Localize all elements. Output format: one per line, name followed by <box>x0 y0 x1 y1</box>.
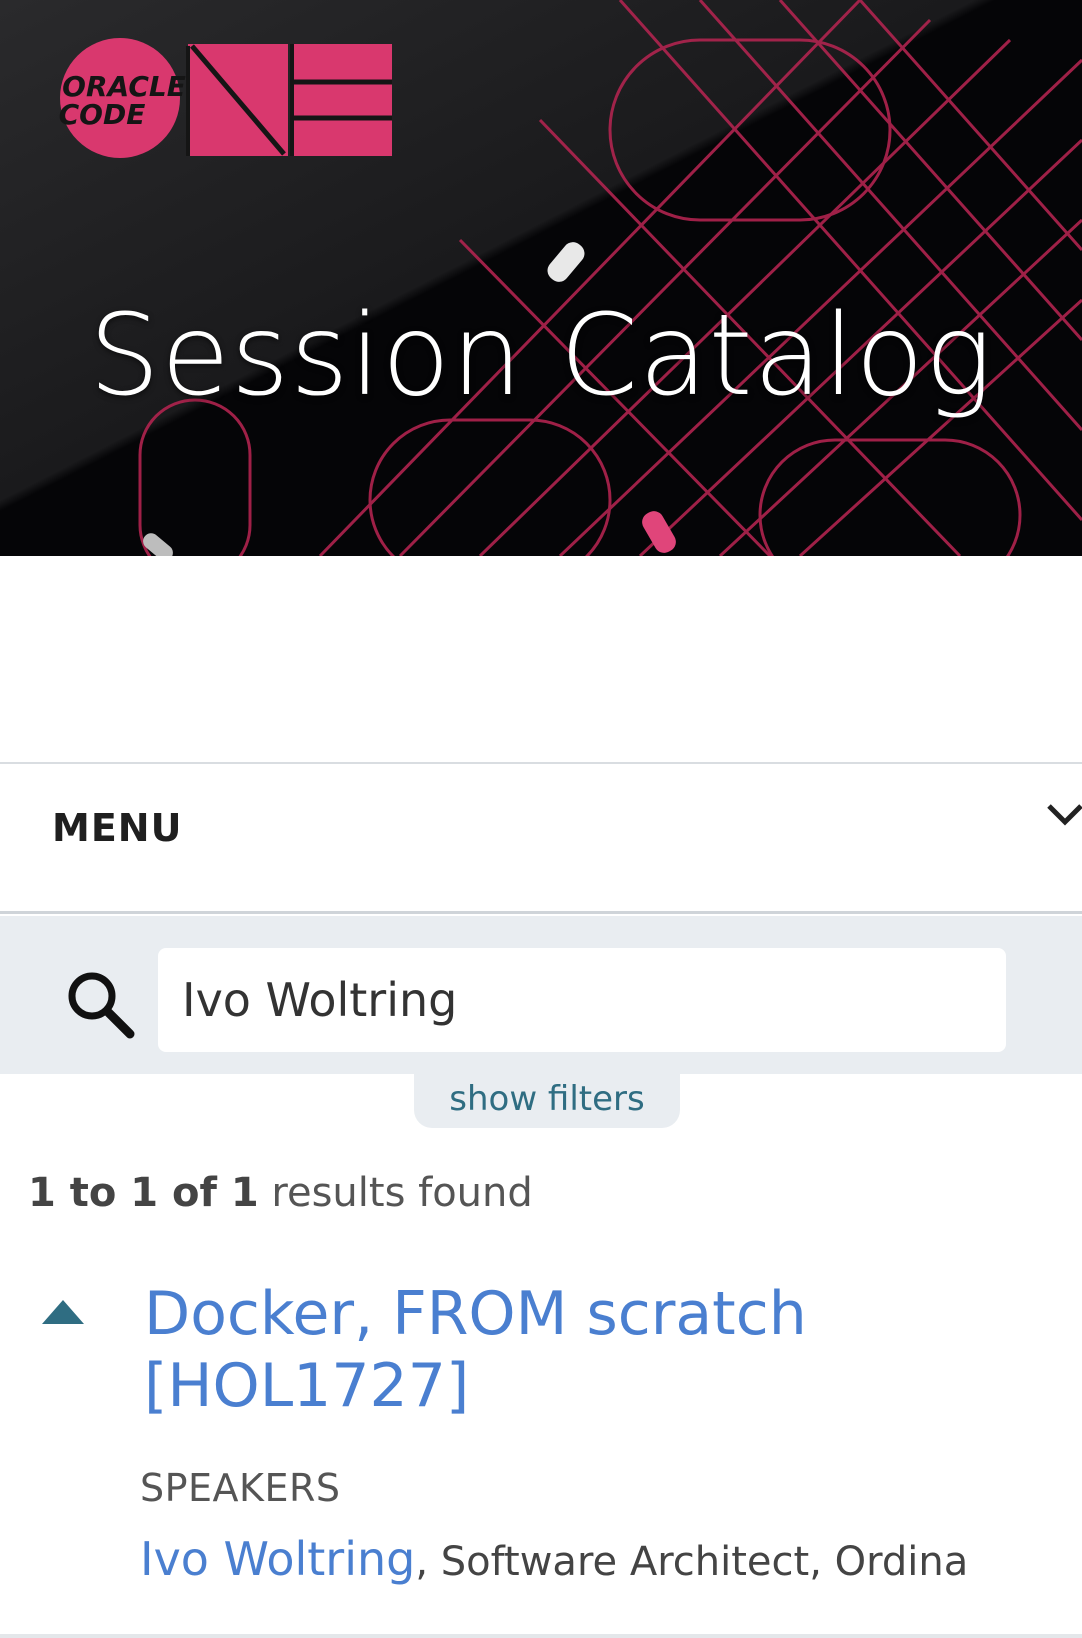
page-title: Session Catalog <box>88 291 994 421</box>
menu-bar[interactable]: MENU <box>0 762 1082 914</box>
search-icon[interactable] <box>62 966 136 1040</box>
search-input[interactable] <box>158 948 1006 1052</box>
results-label: results found <box>258 1170 533 1216</box>
results-count: 1 to 1 of 1 results found <box>28 1170 533 1216</box>
speakers-heading: SPEAKERS <box>140 1466 341 1510</box>
speaker-name-link[interactable]: Ivo Woltring <box>140 1532 415 1586</box>
menu-label: MENU <box>52 806 183 850</box>
svg-text:CODE: CODE <box>59 98 146 131</box>
speaker-info: Ivo Woltring, Software Architect, Ordina <box>140 1532 968 1586</box>
chevron-down-icon[interactable] <box>1045 800 1082 830</box>
oracle-code-one-logo[interactable]: ORACLE CODE <box>58 38 394 164</box>
triangle-up-icon[interactable] <box>40 1298 86 1326</box>
results-range: 1 to 1 of 1 <box>28 1170 259 1216</box>
show-filters-button[interactable]: show filters <box>414 1074 680 1128</box>
hero-banner: ORACLE CODE Session Catalog <box>0 0 1082 556</box>
session-title-link[interactable]: Docker, FROM scratch [HOL1727] <box>144 1278 1024 1422</box>
speaker-role: , Software Architect, Ordina <box>415 1539 969 1585</box>
search-bar <box>0 916 1082 1074</box>
divider <box>0 1634 1082 1638</box>
